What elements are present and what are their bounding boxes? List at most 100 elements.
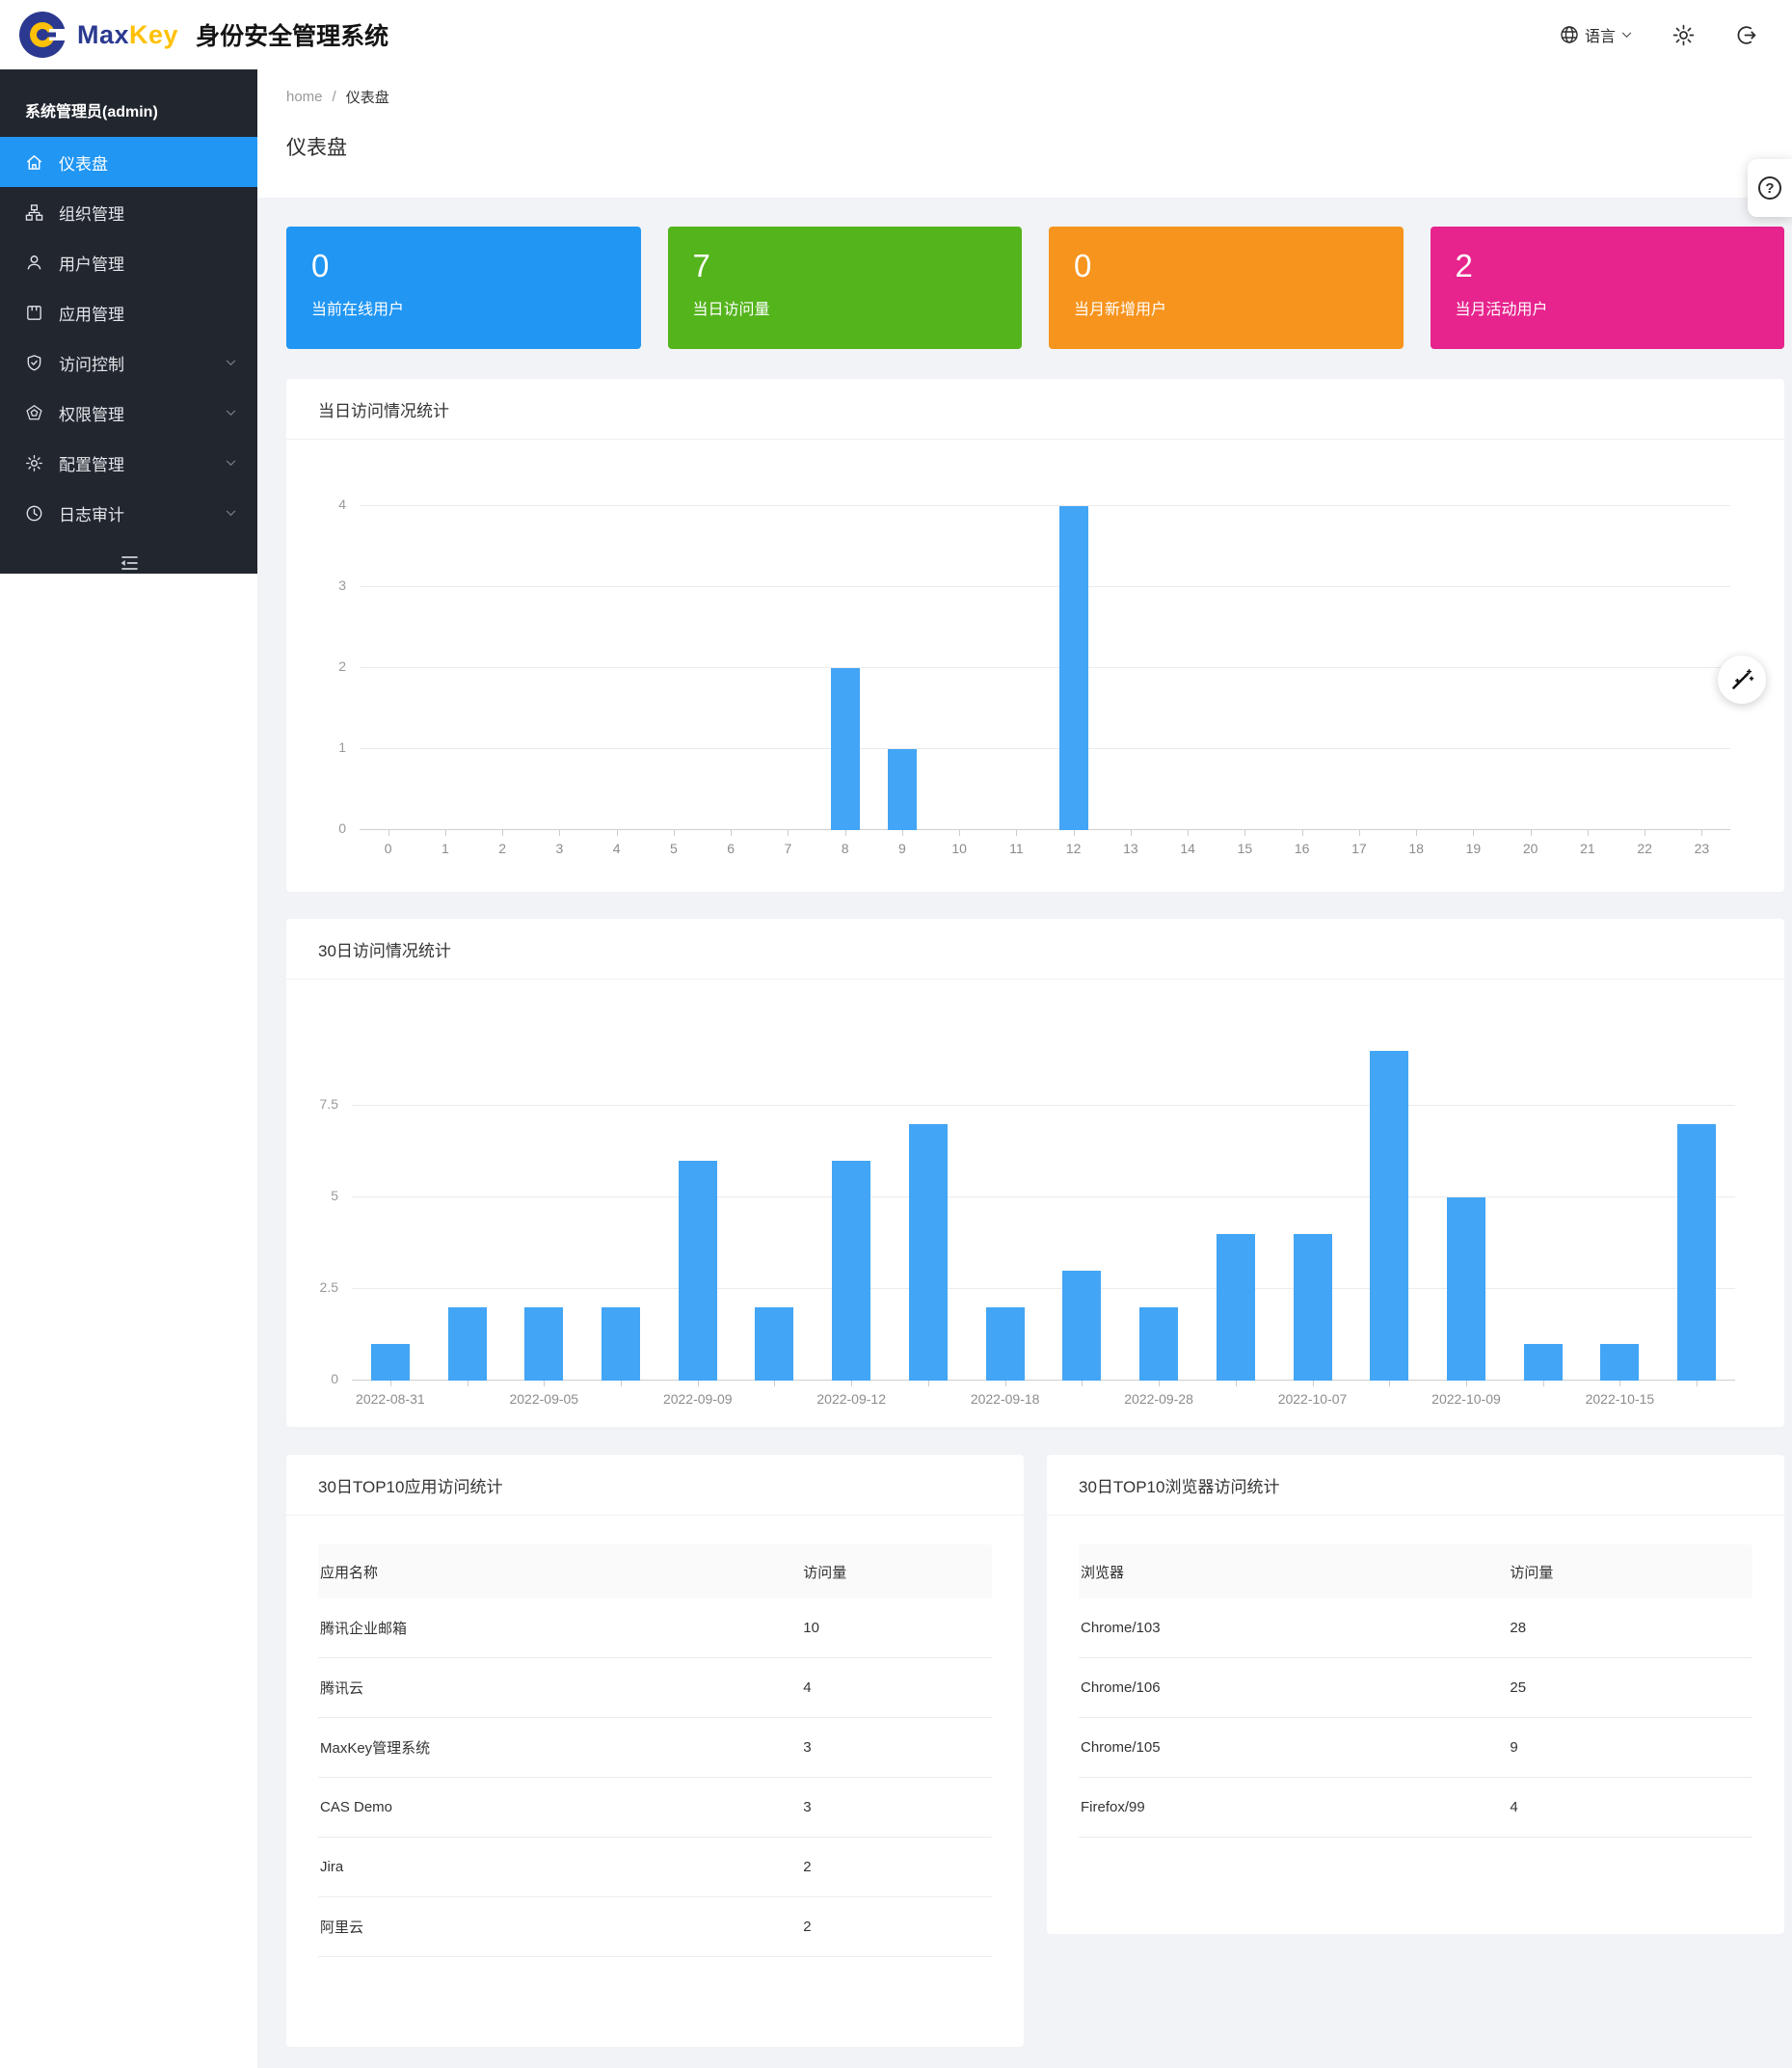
sidebar-item-permissions[interactable]: 权限管理 [0,388,257,438]
bar [1600,1344,1639,1381]
sidebar-item-audit[interactable]: 日志审计 [0,488,257,538]
sidebar-item-access-control[interactable]: 访问控制 [0,337,257,388]
stat-label: 当日访问量 [693,296,998,319]
app-name: 腾讯云 [318,1678,803,1698]
table-row: MaxKey管理系统 3 [318,1718,992,1778]
x-axis-label: 0 [385,841,392,856]
home-icon [25,152,44,172]
column-header-visits: 访问量 [803,1562,992,1582]
gridline: 2.5 [352,1288,1735,1289]
user-icon [25,253,44,272]
sidebar-item-label: 用户管理 [59,251,124,275]
app-name: MaxKey管理系统 [318,1737,803,1758]
page-title: 仪表盘 [286,132,1792,161]
top-browsers-table: 浏览器 访问量 Chrome/103 28 Chrome/106 25 Chro… [1079,1544,1752,1838]
sidebar-item-label: 配置管理 [59,451,124,475]
axis-tick [559,830,560,836]
x-axis-label: 15 [1238,841,1253,856]
monthly-visits-bar-chart: 02.557.52022-08-312022-09-052022-09-0920… [286,980,1784,1423]
sidebar-item-dashboard[interactable]: 仪表盘 [0,137,257,187]
table-row: Chrome/103 28 [1079,1598,1752,1658]
sidebar-item-users[interactable]: 用户管理 [0,237,257,287]
sidebar-collapse-button[interactable] [0,542,257,584]
column-header-visits: 访问量 [1510,1562,1752,1582]
brand-logo[interactable]: MaxKey 身份安全管理系统 [17,10,388,60]
axis-tick [959,830,960,836]
bar [832,1161,870,1381]
axis-tick [1619,1381,1620,1386]
breadcrumb-home-link[interactable]: home [286,89,323,105]
x-axis-label: 4 [613,841,621,856]
chevron-down-icon [226,460,236,467]
stat-card: 0 当前在线用户 [286,227,641,349]
table-row: Chrome/106 25 [1079,1658,1752,1718]
column-header-app-name: 应用名称 [318,1562,803,1582]
sidebar-item-config[interactable]: 配置管理 [0,438,257,488]
visit-count: 9 [1510,1739,1752,1756]
current-user-label: 系统管理员(admin) [0,69,257,137]
language-switcher[interactable]: 语言 [1560,23,1632,46]
axis-tick [1236,1381,1237,1386]
gridline: 4 [360,505,1730,506]
axis-tick [1244,830,1245,836]
stat-value: 0 [311,250,616,282]
app-name: CAS Demo [318,1799,803,1815]
axis-tick [445,830,446,836]
chart-title: 当日访问情况统计 [286,379,1784,440]
chevron-down-icon [226,510,236,517]
maxkey-logo-icon [17,10,67,60]
x-axis-label: 3 [555,841,563,856]
axis-tick [1473,830,1474,836]
visit-count: 2 [803,1859,992,1875]
y-axis-label: 4 [304,497,346,512]
axis-tick [674,830,675,836]
app-header: MaxKey 身份安全管理系统 语言 [0,0,1792,69]
logout-icon [1735,24,1757,46]
bar [448,1307,487,1381]
x-axis-label: 2 [498,841,506,856]
sidebar-item-label: 日志审计 [59,501,124,525]
gridline: 2 [360,667,1730,668]
axis-tick [1074,830,1075,836]
gridline: 0 [360,829,1730,830]
sidebar-item-org[interactable]: 组织管理 [0,187,257,237]
question-icon: ? [1758,176,1781,200]
x-axis-label: 11 [1009,841,1024,856]
x-axis-label: 2022-09-18 [971,1391,1040,1407]
axis-tick [390,1381,391,1386]
bar [1059,506,1088,830]
axis-tick [617,830,618,836]
stat-card: 0 当月新增用户 [1049,227,1404,349]
table-row: Jira 2 [318,1838,992,1897]
axis-tick [928,1381,929,1386]
x-axis-label: 20 [1523,841,1538,856]
x-axis-label: 1 [441,841,449,856]
settings-button[interactable] [1672,24,1695,46]
x-axis-label: 2022-09-09 [663,1391,733,1407]
visit-count: 4 [803,1679,992,1696]
stat-value: 7 [693,250,998,282]
table-header-row: 浏览器 访问量 [1079,1544,1752,1598]
stat-label: 当月活动用户 [1456,296,1760,319]
x-axis-label: 8 [842,841,849,856]
gear-icon [25,453,44,472]
org-icon [25,202,44,222]
sidebar-item-label: 应用管理 [59,301,124,325]
browser-name: Firefox/99 [1079,1799,1510,1815]
axis-tick [1313,1381,1314,1386]
breadcrumb-current: 仪表盘 [346,87,389,107]
bar [1062,1271,1101,1381]
sidebar-item-apps[interactable]: 应用管理 [0,287,257,337]
logout-button[interactable] [1735,24,1757,46]
column-header-browser: 浏览器 [1079,1562,1510,1582]
chart-title: 30日访问情况统计 [286,919,1784,980]
axis-tick [788,830,789,836]
theme-wand-button[interactable] [1718,656,1766,704]
clock-icon [25,503,44,523]
x-axis-label: 5 [670,841,678,856]
help-button[interactable]: ? [1748,159,1792,217]
daily-visits-bar-chart: 0123401234567891011121314151617181920212… [286,440,1784,888]
x-axis-label: 2022-09-05 [509,1391,578,1407]
bar [888,749,917,830]
axis-tick [1701,830,1702,836]
